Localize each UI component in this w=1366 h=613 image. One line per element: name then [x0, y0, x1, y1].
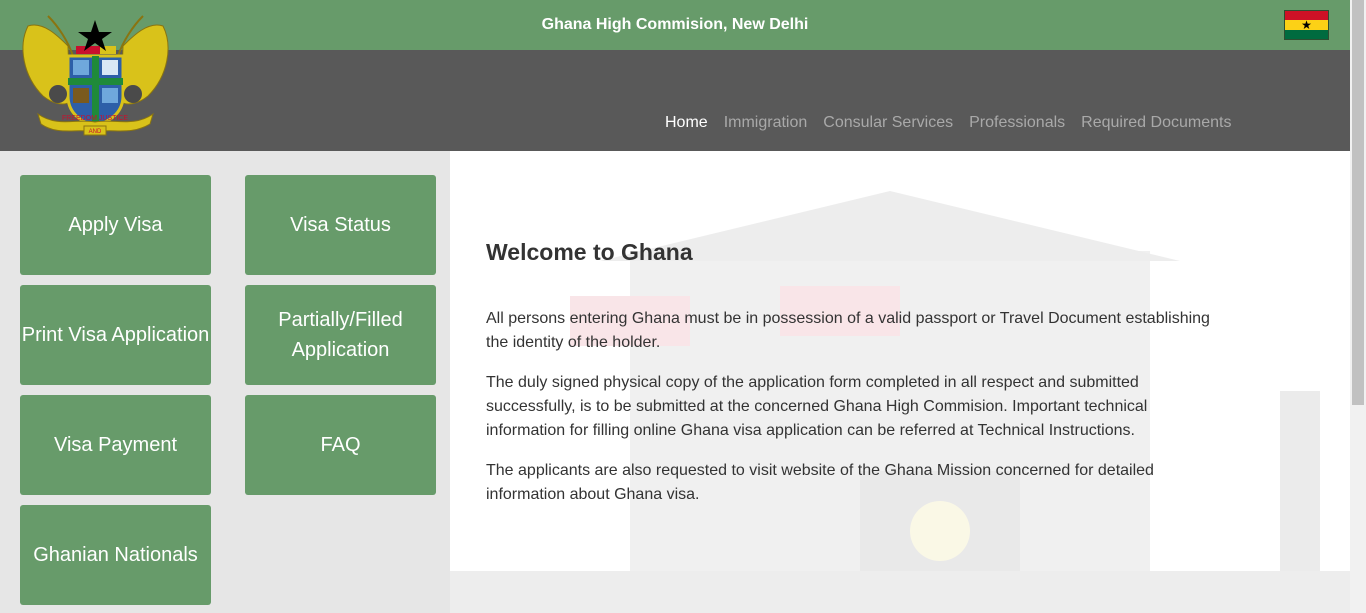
nav-immigration[interactable]: Immigration — [724, 114, 808, 132]
page-scrollbar[interactable] — [1350, 0, 1366, 613]
main-content: Welcome to Ghana All persons entering Gh… — [450, 151, 1350, 613]
apply-visa-button[interactable]: Apply Visa — [20, 175, 211, 275]
visa-payment-button[interactable]: Visa Payment — [20, 395, 211, 495]
nav-professionals[interactable]: Professionals — [969, 114, 1065, 132]
scrollbar-thumb[interactable] — [1352, 0, 1364, 405]
main-navigation: Home Immigration Consular Services Profe… — [665, 114, 1231, 132]
top-bar: Ghana High Commision, New Delhi ★ — [0, 0, 1350, 50]
ghana-flag-icon: ★ — [1284, 10, 1329, 40]
info-paragraph: The applicants are also requested to vis… — [486, 462, 1154, 503]
navigation-band — [0, 50, 1350, 151]
welcome-section: Welcome to Ghana All persons entering Gh… — [486, 239, 1216, 523]
service-tiles-panel: Apply Visa Visa Status Print Visa Applic… — [0, 151, 450, 613]
nav-consular-services[interactable]: Consular Services — [823, 114, 953, 132]
ghanian-nationals-button[interactable]: Ghanian Nationals — [20, 505, 211, 605]
info-paragraph: The duly signed physical copy of the app… — [486, 374, 1148, 439]
nav-home[interactable]: Home — [665, 114, 708, 132]
svg-text:AND: AND — [89, 129, 102, 135]
faq-button[interactable]: FAQ — [245, 395, 436, 495]
visa-status-button[interactable]: Visa Status — [245, 175, 436, 275]
ghana-coat-of-arms-icon: FREEDOM JUSTICE AND — [22, 15, 169, 136]
nav-required-documents[interactable]: Required Documents — [1081, 114, 1231, 132]
info-paragraph: All persons entering Ghana must be in po… — [486, 310, 1210, 351]
print-visa-application-button[interactable]: Print Visa Application — [20, 285, 211, 385]
page-title: Welcome to Ghana — [486, 239, 693, 265]
site-title: Ghana High Commision, New Delhi — [541, 16, 809, 33]
partially-filled-application-button[interactable]: Partially/Filled Application — [245, 285, 436, 385]
svg-text:FREEDOM JUSTICE: FREEDOM JUSTICE — [62, 115, 128, 122]
